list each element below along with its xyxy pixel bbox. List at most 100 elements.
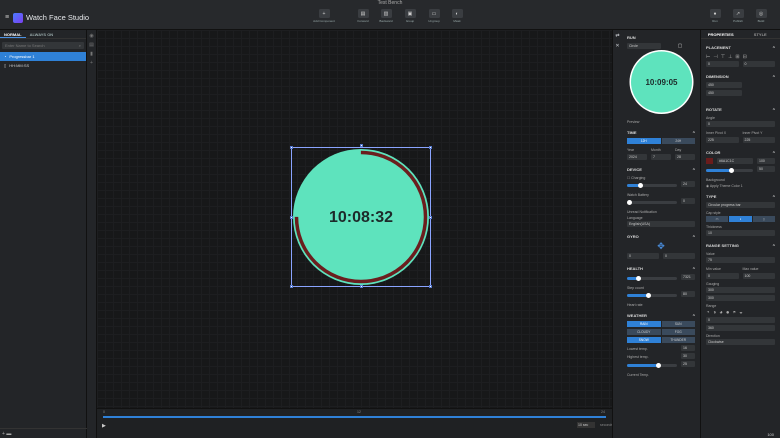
collapse-icon[interactable]: ^ [773,45,775,50]
timeline-zoom-select[interactable]: 10 sec [577,422,595,428]
build-button[interactable]: ◎ Build [749,9,773,23]
collapse-icon[interactable]: ^ [773,74,775,79]
layer-item[interactable]: ▯ HH:MM:SS [0,61,86,70]
run-button[interactable]: ● Run [703,9,727,23]
weather-button[interactable]: FOG [661,329,695,335]
delete-icon[interactable]: ▮ [87,51,96,57]
battery-input[interactable]: 24 [681,181,695,187]
timeline-track[interactable] [103,416,606,418]
tools-icon[interactable]: ✕ [613,43,622,49]
angle-input[interactable]: 0 [706,121,775,127]
collapse-icon[interactable]: ^ [693,234,695,239]
gauging-input-2[interactable]: 300 [706,295,775,301]
max-value-input[interactable]: 100 [742,273,775,279]
resize-handle[interactable] [360,144,363,147]
resize-handle[interactable] [429,216,432,219]
y-input[interactable]: 0 [742,61,775,67]
cap-flat-button[interactable]: ▭ [706,216,729,222]
collapse-icon[interactable]: ^ [773,194,775,199]
menu-icon[interactable]: ≡ [5,14,9,21]
value-input[interactable]: 75 [706,257,775,263]
24h-button[interactable]: 24H [661,138,695,144]
opacity-value-input[interactable]: 50 [757,166,775,172]
resize-handle[interactable] [360,285,363,288]
collapse-icon[interactable]: ^ [773,107,775,112]
heart-input[interactable]: 80 [681,291,695,297]
group-button[interactable]: ▣ Group [398,9,422,23]
resize-handle[interactable] [290,216,293,219]
month-input[interactable]: 7 [651,154,671,160]
collapse-icon[interactable]: ^ [693,266,695,271]
collapse-icon[interactable]: ^ [693,130,695,135]
unread-input[interactable]: 0 [681,198,695,204]
highest-temp-input[interactable]: 30 [681,353,695,359]
pivot-x-input[interactable]: 225 [706,137,739,143]
battery-slider[interactable] [627,182,677,188]
x-input[interactable]: 0 [706,61,739,67]
resize-handle[interactable] [429,146,432,149]
weather-button[interactable]: CLOUDY [627,329,661,335]
weather-button[interactable]: SNOW [627,337,661,343]
play-icon[interactable]: ▶ [102,423,106,429]
shape-select[interactable]: Circle [627,43,661,49]
timeline[interactable]: 0 12 24 ▶ 10 sec seconds [97,408,613,438]
tab-normal[interactable]: NORMAL [0,30,26,38]
type-select[interactable]: Circular progress bar [706,202,775,208]
gyro-y-input[interactable]: 0 [663,253,695,259]
steps-slider[interactable] [627,275,677,281]
ungroup-button[interactable]: ▭ Ungroup [422,9,446,23]
apply-theme-radio[interactable]: ◉ Apply Theme Color 1 [701,184,780,188]
color-hex-input[interactable]: #6A1C1C [717,158,753,164]
tab-properties[interactable]: PROPERTIES [701,30,741,38]
publish-button[interactable]: ↗ Publish [726,9,750,23]
steps-input[interactable]: 7321 [681,274,695,280]
resize-handle[interactable] [290,285,293,288]
layer-search-input[interactable]: Enter Name to Search ⌕ [2,42,84,49]
layers-icon[interactable]: ◉ [87,33,96,39]
resize-handle[interactable] [429,285,432,288]
lowest-temp-input[interactable]: 16 [681,345,695,351]
heart-slider[interactable] [627,292,677,298]
forward-button[interactable]: ▤ Forward [351,9,375,23]
add-icon[interactable]: + [87,60,96,66]
resize-handle[interactable] [290,146,293,149]
weather-button[interactable]: SUN [661,321,695,327]
color-opacity-slider[interactable] [706,167,753,173]
tab-style[interactable]: STYLE [741,30,780,38]
width-input[interactable]: 450 [706,82,742,88]
thickness-input[interactable]: 10 [706,230,775,236]
cap-square-button[interactable]: ▯ [752,216,775,222]
collapse-icon[interactable]: ^ [773,150,775,155]
resource-icon[interactable]: ▤ [87,42,96,48]
day-input[interactable]: 28 [675,154,695,160]
current-temp-slider[interactable] [627,362,677,368]
collapse-icon[interactable]: ^ [693,313,695,318]
zoom-percent[interactable]: 100 [767,432,774,437]
add-component-button[interactable]: + Add Component [312,9,336,23]
height-input[interactable]: 450 [706,90,742,96]
weather-button[interactable]: RAIN [627,321,661,327]
gyro-x-input[interactable]: 0 [627,253,659,259]
current-temp-input[interactable]: 25 [681,361,695,367]
min-value-input[interactable]: 0 [706,273,739,279]
range-end-input[interactable]: 360 [706,325,775,331]
range-start-input[interactable]: 0 [706,317,775,323]
unread-slider[interactable] [627,199,677,205]
settings-icon[interactable]: ⇄ [613,33,622,39]
layer-item[interactable]: ◔ Progressbar 1 [0,52,86,61]
direction-select[interactable]: Clockwise [706,339,775,345]
year-input[interactable]: 2024 [627,154,647,160]
collapse-icon[interactable]: ^ [773,243,775,248]
pivot-y-input[interactable]: 225 [742,137,775,143]
cap-round-button[interactable]: ◖ [729,216,752,222]
tab-always-on[interactable]: ALWAYS ON [26,30,58,38]
screenshot-icon[interactable]: ▢ [665,43,695,49]
collapse-icon[interactable]: ^ [693,167,695,172]
folder-icon[interactable]: ▬ [6,431,11,437]
opacity-input[interactable]: 100 [757,158,775,164]
12h-button[interactable]: 12H [627,138,661,144]
gauging-input-1[interactable]: 300 [706,287,775,293]
color-swatch[interactable] [706,158,713,164]
gyro-joystick-icon[interactable]: ✥ [622,241,700,252]
mask-button[interactable]: ◐ Mask [445,9,469,23]
